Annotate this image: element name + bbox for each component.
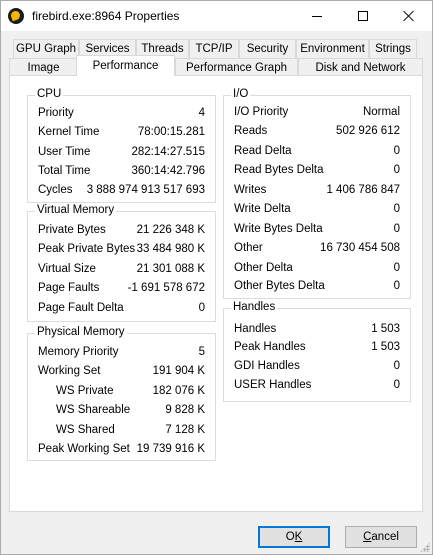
performance-panel: CPU Priority 4 Kernel Time 78:00:15.281 …	[9, 75, 423, 512]
io-row-write-bytes-delta: Write Bytes Delta 0	[234, 223, 400, 235]
handles-group-title: Handles	[231, 301, 278, 313]
cpu-row-total-time: Total Time 360:14:42.796	[38, 165, 205, 177]
handles-row-peak-handles: Peak Handles 1 503	[234, 341, 400, 353]
maximize-icon	[358, 11, 368, 21]
cpu-row-priority: Priority 4	[38, 107, 205, 119]
handles-group: Handles Handles 1 503 Peak Handles 1 503…	[223, 301, 411, 402]
vm-row-peak-private-bytes: Peak Private Bytes 33 484 980 K	[38, 243, 205, 255]
cpu-group-title: CPU	[35, 88, 64, 100]
pm-row-ws-private: WS Private 182 076 K	[56, 385, 205, 397]
ok-button[interactable]: OK	[258, 526, 330, 548]
tab-gpu-graph[interactable]: GPU Graph	[13, 39, 79, 58]
vm-row-page-faults: Page Faults -1 691 578 672	[38, 282, 205, 294]
cpu-row-cycles: Cycles 3 888 974 913 517 693	[38, 184, 205, 196]
vm-row-private-bytes: Private Bytes 21 226 348 K	[38, 224, 205, 236]
properties-window: firebird.exe:8964 Properties GPU Graph S…	[0, 0, 433, 555]
physical-memory-group: Physical Memory Memory Priority 5 Workin…	[27, 326, 216, 461]
title-bar[interactable]: firebird.exe:8964 Properties	[1, 1, 432, 31]
pm-row-ws-shared: WS Shared 7 128 K	[56, 424, 205, 436]
virtual-memory-group: Virtual Memory Private Bytes 21 226 348 …	[27, 204, 216, 322]
cpu-group: CPU Priority 4 Kernel Time 78:00:15.281 …	[27, 88, 216, 203]
minimize-icon	[312, 15, 322, 17]
firebird-app-icon	[8, 8, 24, 24]
io-row-other-delta: Other Delta 0	[234, 262, 400, 274]
io-row-other-bytes-delta: Other Bytes Delta 0	[234, 280, 400, 292]
io-group-title: I/O	[231, 88, 251, 100]
io-row-reads: Reads 502 926 612	[234, 125, 400, 137]
pm-row-peak-working-set: Peak Working Set 19 739 916 K	[38, 443, 205, 455]
handles-row-handles: Handles 1 503	[234, 323, 400, 335]
io-row-other: Other 16 730 454 508	[234, 242, 400, 254]
handles-row-gdi-handles: GDI Handles 0	[234, 360, 400, 372]
pm-row-working-set: Working Set 191 904 K	[38, 365, 205, 377]
window-title: firebird.exe:8964 Properties	[32, 9, 180, 23]
io-row-read-bytes-delta: Read Bytes Delta 0	[234, 164, 400, 176]
physical-memory-group-title: Physical Memory	[35, 326, 127, 338]
close-icon	[403, 10, 415, 22]
virtual-memory-group-title: Virtual Memory	[35, 204, 117, 216]
io-group: I/O I/O Priority Normal Reads 502 926 61…	[223, 88, 411, 299]
pm-row-memory-priority: Memory Priority 5	[38, 346, 205, 358]
close-button[interactable]	[386, 1, 432, 31]
tab-performance[interactable]: Performance	[76, 55, 175, 76]
cpu-row-kernel-time: Kernel Time 78:00:15.281	[38, 126, 205, 138]
tab-tcp-ip[interactable]: TCP/IP	[189, 39, 239, 58]
resize-grip-icon[interactable]	[420, 542, 430, 552]
minimize-button[interactable]	[294, 1, 340, 31]
cpu-row-user-time: User Time 282:14:27.515	[38, 146, 205, 158]
tab-strings[interactable]: Strings	[369, 39, 417, 58]
tab-security[interactable]: Security	[239, 39, 296, 58]
handles-row-user-handles: USER Handles 0	[234, 379, 400, 391]
pm-row-ws-shareable: WS Shareable 9 828 K	[56, 404, 205, 416]
io-row-write-delta: Write Delta 0	[234, 203, 400, 215]
vm-row-page-fault-delta: Page Fault Delta 0	[38, 302, 205, 314]
io-row-io-priority: I/O Priority Normal	[234, 106, 400, 118]
maximize-button[interactable]	[340, 1, 386, 31]
cancel-button[interactable]: Cancel	[345, 526, 417, 548]
io-row-writes: Writes 1 406 786 847	[234, 184, 400, 196]
vm-row-virtual-size: Virtual Size 21 301 088 K	[38, 263, 205, 275]
io-row-read-delta: Read Delta 0	[234, 145, 400, 157]
tab-environment[interactable]: Environment	[296, 39, 369, 58]
